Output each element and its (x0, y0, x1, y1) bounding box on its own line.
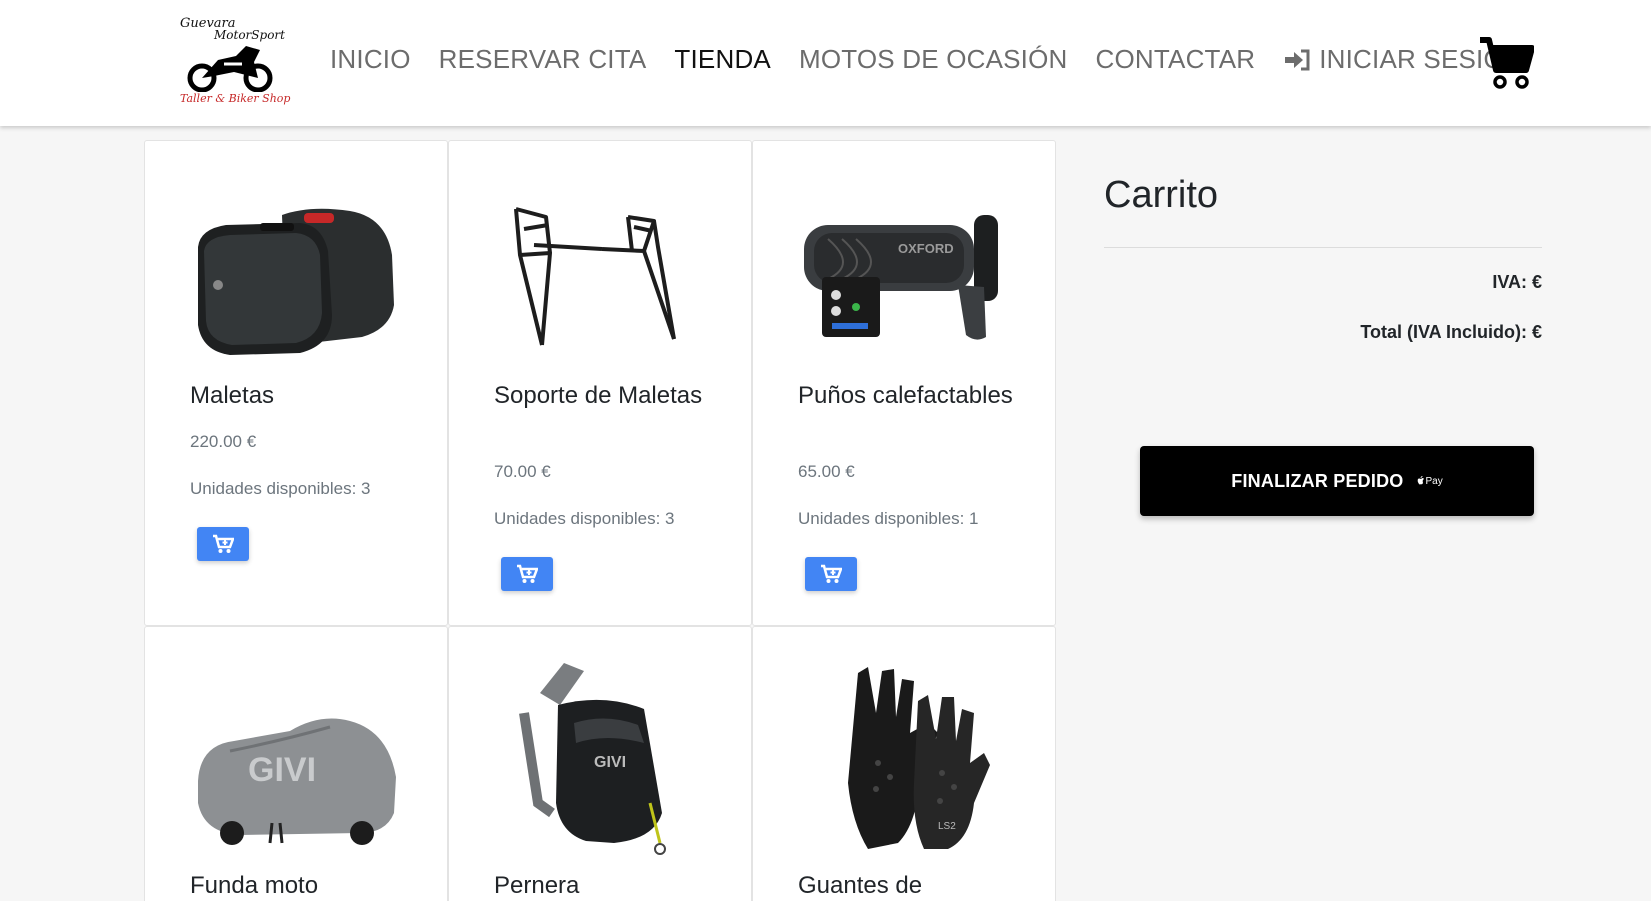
site-logo[interactable]: Guevara MotorSport Taller & Biker Shop (176, 14, 290, 110)
bike-cover-image: GIVI (190, 683, 402, 845)
apple-logo-icon (1418, 476, 1425, 485)
nav-item-reservar-cita[interactable]: RESERVAR CITA (439, 44, 647, 75)
main-nav: INICIO RESERVAR CITA TIENDA MOTOS DE OCA… (330, 44, 1551, 75)
svg-text:GIVI: GIVI (248, 751, 316, 789)
cart-plus-icon (821, 564, 842, 583)
apple-pay-badge: Pay (1417, 475, 1443, 487)
nav-item-motos-de-ocasion[interactable]: MOTOS DE OCASIÓN (799, 44, 1068, 75)
product-stock: Unidades disponibles: 3 (494, 509, 675, 528)
product-card-maletas: Maletas 220.00 € Unidades disponibles: 3 (144, 140, 448, 626)
add-to-cart-button[interactable] (805, 557, 857, 591)
leg-bag-image: GIVI (494, 653, 706, 869)
product-stock: Unidades disponibles: 1 (798, 509, 979, 528)
cart-total: Total (IVA Incluido): € (1360, 322, 1542, 342)
product-card-soporte-de-maletas: Soporte de Maletas 70.00 € Unidades disp… (448, 140, 752, 626)
sign-in-icon (1285, 49, 1310, 70)
product-card-guantes: LS2 Guantes de (752, 626, 1056, 901)
motorcycle-logo-icon (187, 46, 273, 92)
cart-plus-icon (213, 534, 234, 553)
product-price: 65.00 € (798, 462, 855, 481)
product-price: 220.00 € (190, 432, 257, 451)
product-card-funda-moto: GIVI Funda moto (144, 626, 448, 901)
site-header: Guevara MotorSport Taller & Biker Shop I… (0, 0, 1651, 126)
product-price: 70.00 € (494, 462, 551, 481)
checkout-label: FINALIZAR PEDIDO (1231, 470, 1404, 491)
product-name: Puños calefactables (798, 382, 1013, 409)
cart-title: Carrito (1104, 174, 1219, 216)
nav-item-inicio[interactable]: INICIO (330, 44, 411, 75)
heated-grips-image: OXFORD (798, 195, 1010, 357)
cart-divider (1104, 247, 1542, 248)
logo-tagline: Taller & Biker Shop (180, 92, 291, 105)
product-name: Guantes de (798, 872, 923, 899)
product-stock: Unidades disponibles: 3 (190, 479, 371, 498)
cart-iva: IVA: € (1492, 272, 1542, 292)
svg-text:LS2: LS2 (938, 821, 956, 832)
product-card-pernera: GIVI Pernera (448, 626, 752, 901)
svg-text:GIVI: GIVI (594, 754, 626, 771)
nav-item-contactar[interactable]: CONTACTAR (1096, 44, 1256, 75)
gloves-image: LS2 (798, 653, 1010, 869)
svg-text:OXFORD: OXFORD (898, 241, 954, 256)
product-card-punos-calefactables: OXFORD Puños calefactables 65.00 € Unida… (752, 140, 1056, 626)
add-to-cart-button[interactable] (197, 527, 249, 561)
product-name: Pernera (494, 872, 580, 899)
nav-item-tienda[interactable]: TIENDA (674, 44, 771, 75)
side-cases-image (190, 195, 402, 357)
apple-pay-label: Pay (1425, 475, 1443, 487)
shopping-cart-icon[interactable] (1478, 36, 1535, 90)
product-name: Maletas (190, 382, 275, 409)
logo-brand-line2: MotorSport (214, 28, 285, 42)
checkout-button[interactable]: FINALIZAR PEDIDO Pay (1140, 446, 1534, 516)
add-to-cart-button[interactable] (501, 557, 553, 591)
product-name: Funda moto (190, 872, 319, 899)
cart-plus-icon (517, 564, 538, 583)
product-name: Soporte de Maletas (494, 382, 703, 409)
case-rack-image (494, 195, 706, 357)
